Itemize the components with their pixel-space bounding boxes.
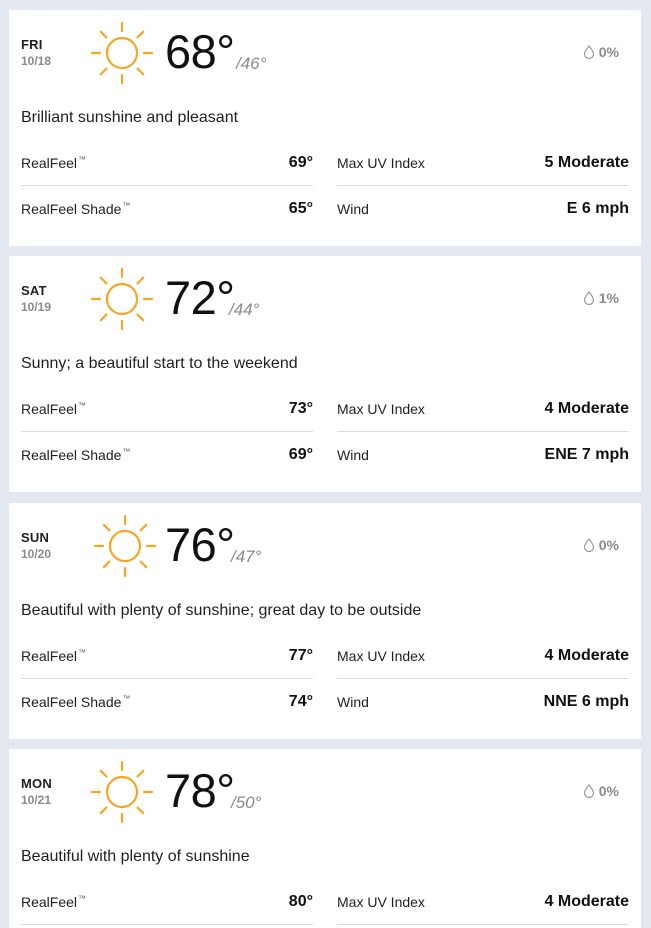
wind-label: Wind [337,447,369,463]
precipitation-value: 0% [598,537,619,553]
raindrop-icon [583,45,594,59]
uv-index-row: Max UV Index 4 Moderate [337,386,629,432]
realfeel-shade-value: 65° [288,200,313,217]
realfeel-value: 69° [288,153,313,171]
forecast-phrase: Sunny; a beautiful start to the weekend [21,355,298,372]
day-date-block: SUN 10/20 [21,530,67,561]
precipitation: 0% [583,783,619,799]
wind-label: Wind [337,201,369,217]
uv-index-value: 4 Moderate [544,399,629,417]
realfeel-row: RealFeel™ 80° [21,879,313,925]
realfeel-shade-label: RealFeel Shade™ [21,694,131,710]
realfeel-shade-row: RealFeel Shade™ 65° [21,186,313,232]
uv-index-label: Max UV Index [337,893,425,910]
raindrop-icon [583,784,594,798]
realfeel-row: RealFeel™ 77° [21,633,313,679]
low-temperature: /46° [236,54,267,73]
wind-value: ENE 7 mph [544,446,629,463]
high-temperature: 72° [165,271,235,324]
raindrop-icon [583,291,594,305]
day-date-block: SAT 10/19 [21,283,67,314]
day-date-block: FRI 10/18 [21,37,67,68]
realfeel-label: RealFeel™ [21,893,87,910]
high-temperature: 68° [165,25,235,78]
uv-index-row: Max UV Index 4 Moderate [337,633,629,679]
wind-row: Wind NNE 6 mph [337,679,629,725]
precipitation: 0% [583,44,619,60]
realfeel-shade-label: RealFeel Shade™ [21,447,131,463]
realfeel-value: 80° [288,892,313,910]
precipitation: 0% [583,537,619,553]
uv-index-row: Max UV Index 4 Moderate [337,879,629,925]
realfeel-label: RealFeel™ [21,400,87,417]
sun-icon [90,760,154,824]
realfeel-label: RealFeel™ [21,154,87,171]
forecast-phrase: Beautiful with plenty of sunshine [21,848,250,865]
date: 10/21 [21,793,52,807]
day-of-week: SUN [21,530,50,545]
date: 10/18 [21,54,52,68]
day-date-block: MON 10/21 [21,776,67,807]
realfeel-row: RealFeel™ 73° [21,386,313,432]
forecast-phrase: Brilliant sunshine and pleasant [21,109,239,126]
uv-index-row: Max UV Index 5 Moderate [337,140,629,186]
high-temperature: 76° [165,518,235,571]
uv-index-label: Max UV Index [337,400,425,417]
realfeel-shade-value: 69° [288,446,313,463]
uv-index-label: Max UV Index [337,154,425,171]
realfeel-row: RealFeel™ 69° [21,140,313,186]
wind-value: E 6 mph [566,200,629,217]
realfeel-shade-value: 74° [288,693,313,710]
realfeel-shade-label: RealFeel Shade™ [21,201,131,217]
precipitation-value: 1% [598,290,619,306]
realfeel-value: 73° [288,399,313,417]
uv-index-label: Max UV Index [337,647,425,664]
precipitation-value: 0% [598,783,619,799]
realfeel-shade-row: RealFeel Shade™ 74° [21,679,313,725]
high-temperature: 78° [165,764,235,817]
date: 10/19 [21,300,52,314]
day-of-week: MON [21,776,52,791]
realfeel-shade-row: RealFeel Shade™ 69° [21,432,313,478]
sun-icon [93,514,157,578]
wind-value: NNE 6 mph [543,693,629,710]
low-temperature: /44° [229,300,260,319]
forecast-phrase: Beautiful with plenty of sunshine; great… [21,602,422,619]
uv-index-value: 4 Moderate [544,646,629,664]
uv-index-value: 5 Moderate [544,153,629,171]
realfeel-label: RealFeel™ [21,647,87,664]
daily-forecast-card[interactable]: FRI 10/18 68° /46° 0% Brilliant sunshine… [9,10,641,246]
uv-index-value: 4 Moderate [544,892,629,910]
daily-forecast-card[interactable]: SAT 10/19 72° /44° 1% Sunny; a beautiful… [9,256,641,492]
low-temperature: /47° [231,547,262,566]
day-of-week: FRI [21,37,43,52]
sun-icon [90,267,154,331]
sun-icon [90,21,154,85]
daily-forecast-card[interactable]: SUN 10/20 76° /47° 0% Beautiful with ple… [9,503,641,739]
wind-row: Wind E 6 mph [337,186,629,232]
wind-row: Wind ENE 7 mph [337,432,629,478]
low-temperature: /50° [231,793,262,812]
realfeel-value: 77° [288,646,313,664]
date: 10/20 [21,547,52,561]
wind-label: Wind [337,694,369,710]
precipitation-value: 0% [598,44,619,60]
day-of-week: SAT [21,283,47,298]
daily-forecast-card[interactable]: MON 10/21 78° /50° 0% Beautiful with ple… [9,749,641,928]
precipitation: 1% [583,290,619,306]
raindrop-icon [583,538,594,552]
